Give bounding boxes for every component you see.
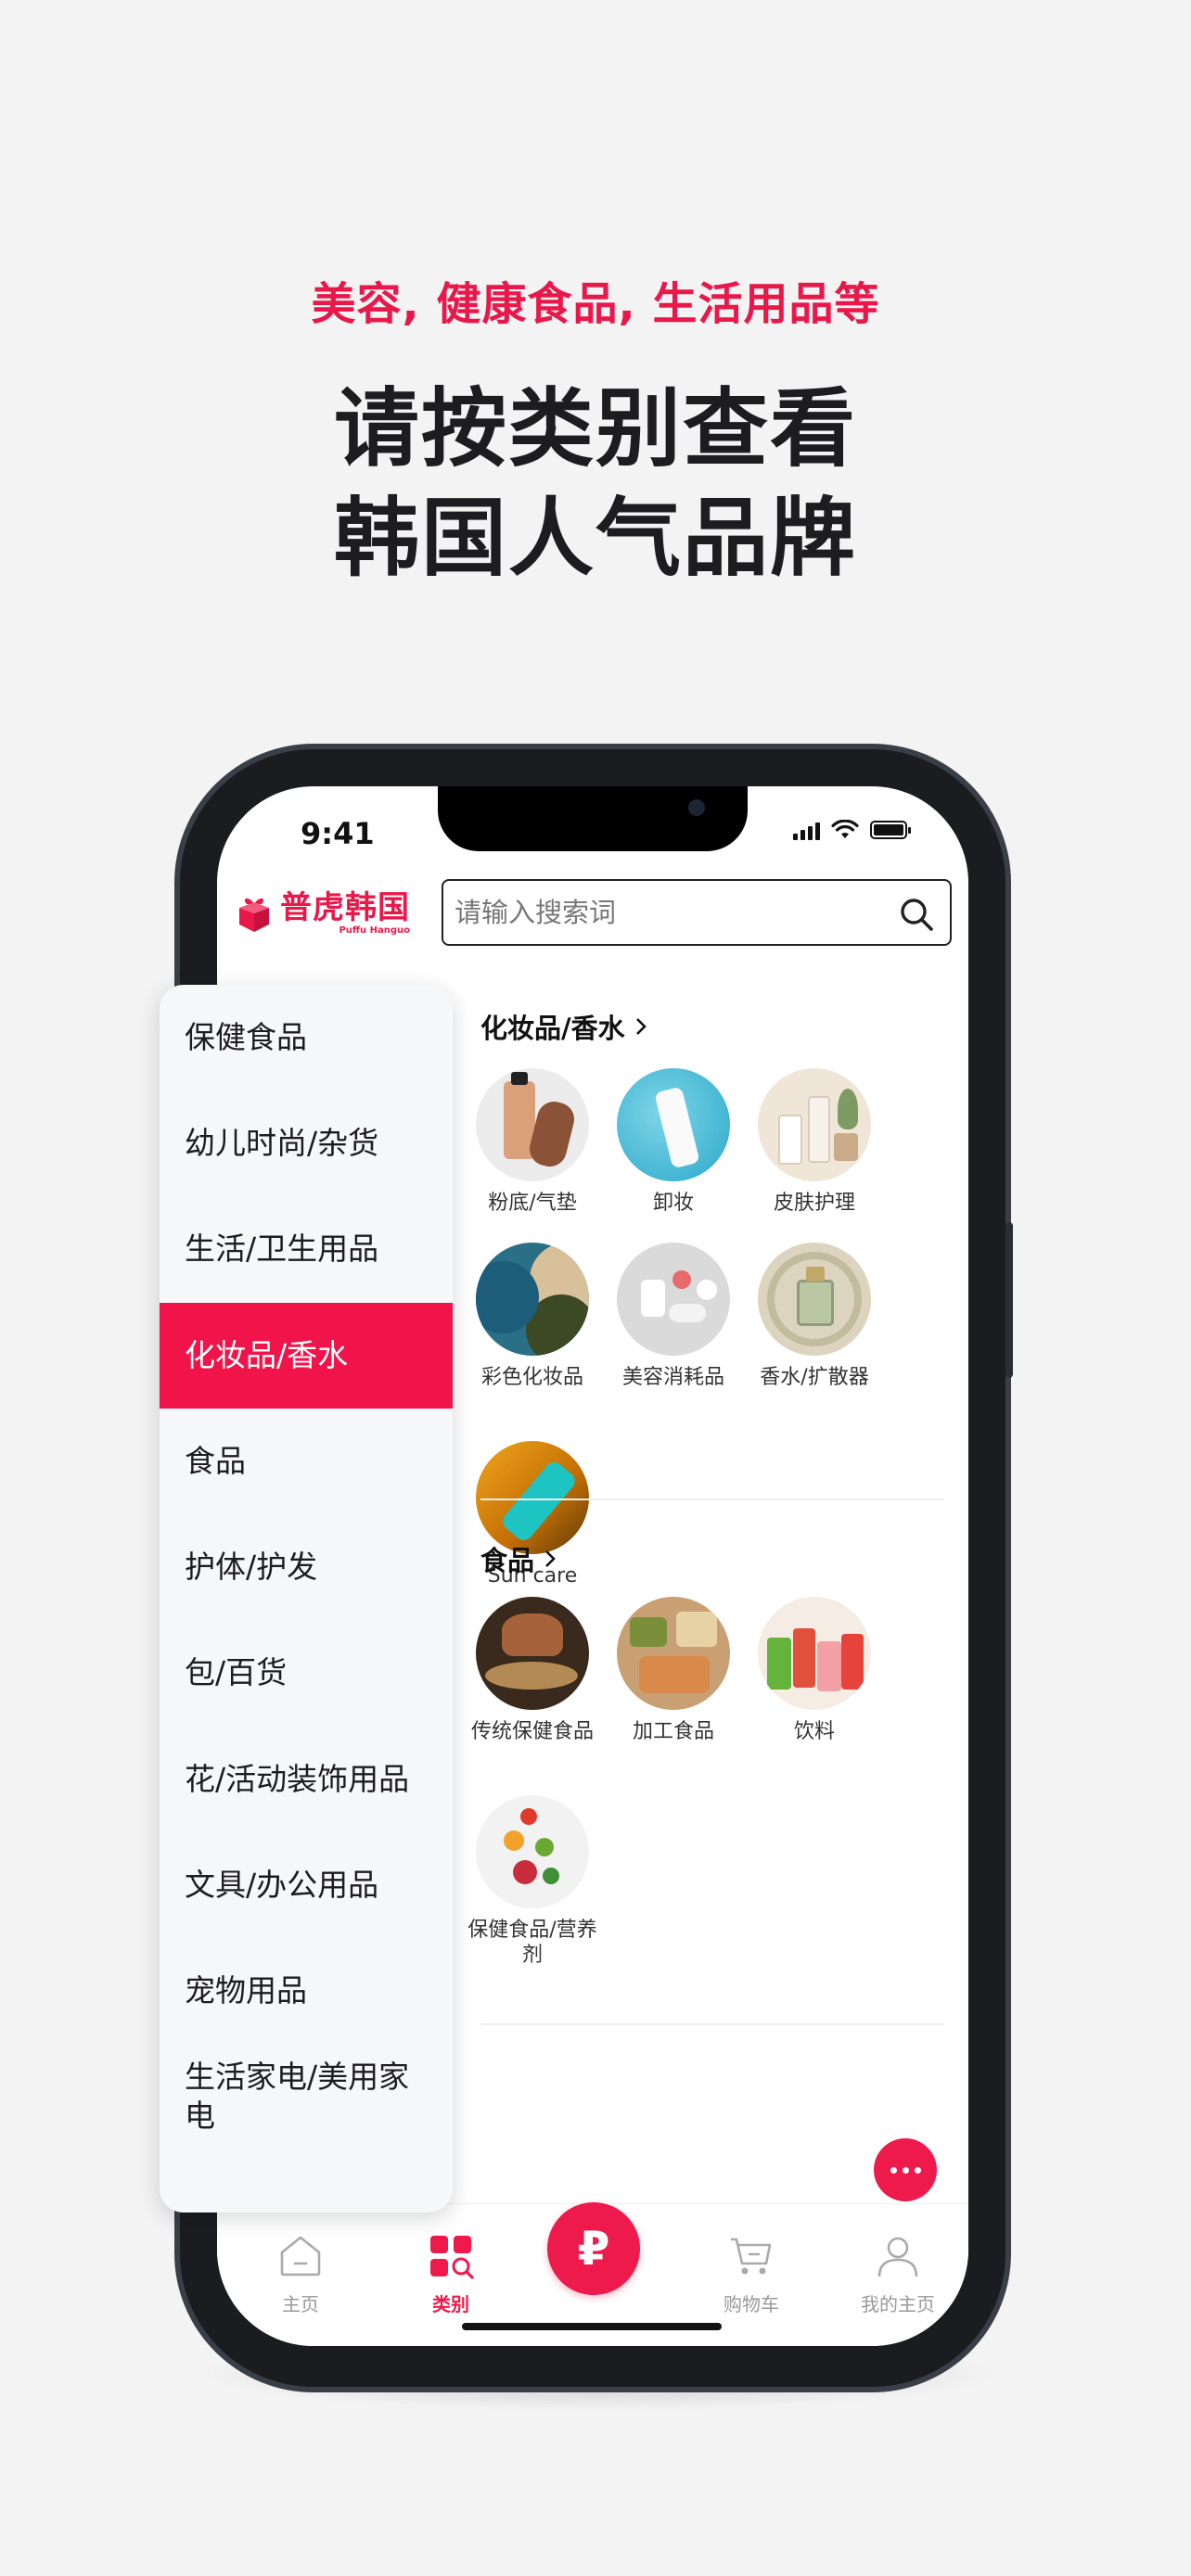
section-title-food[interactable]: 食品 (480, 1539, 944, 1578)
dot (902, 2166, 909, 2174)
logo[interactable]: 普虎韩国 Puffu Hanguo (236, 890, 410, 937)
wifi-icon (831, 820, 859, 838)
section-title-text: 食品 (480, 1545, 535, 1576)
points-label: ₽ (577, 2222, 610, 2276)
category-sidebar: 保健食品 幼儿时尚/杂货 生活/卫生用品 化妆品/香水 食品 护体/护发 包/百… (160, 985, 453, 2213)
sidebar-item-living-hygiene[interactable]: 生活/卫生用品 (160, 1196, 453, 1302)
sidebar-item-stationery[interactable]: 文具/办公用品 (160, 1832, 453, 1938)
tab-my-page[interactable]: 我的主页 (842, 2232, 954, 2316)
category-label: 卸妆 (652, 1192, 694, 1215)
category-grid-icon (430, 2236, 474, 2279)
section-divider (480, 2023, 944, 2025)
logo-subtext: Puffu Hanguo (339, 925, 410, 936)
foundation-image (476, 1068, 589, 1181)
tab-home[interactable]: 主页 (245, 2232, 356, 2316)
category-label: 香水/扩散器 (760, 1366, 869, 1389)
notch (438, 786, 748, 851)
category-tile-drinks[interactable]: 饮料 (749, 1597, 879, 1744)
sidebar-item-health-food[interactable]: 保健食品 (160, 985, 453, 1090)
cart-icon (731, 2238, 772, 2275)
category-tile-skincare[interactable]: 皮肤护理 (749, 1068, 879, 1216)
phone-side-button (1005, 1222, 1013, 1378)
category-label: 饮料 (793, 1720, 835, 1743)
status-time: 9:41 (301, 816, 375, 851)
category-tile-supplements[interactable]: 保健食品/营养剂 (467, 1795, 597, 1968)
chat-button[interactable] (874, 2138, 937, 2201)
category-label: 加工食品 (632, 1720, 714, 1743)
category-tile-cleanser[interactable]: 卸妆 (608, 1068, 738, 1216)
logo-text: 普虎韩国 (280, 889, 410, 926)
points-button[interactable]: ₽ (547, 2202, 640, 2295)
sidebar-item-appliances[interactable]: 生活家电/美用家电 (160, 2044, 453, 2149)
section-food: 食品 传统保健食品 加工食品 饮料 保健食品/营养剂 (467, 1539, 944, 1967)
tab-label: 购物车 (724, 2293, 779, 2315)
category-label: 皮肤护理 (773, 1192, 855, 1215)
category-label: 粉底/气垫 (488, 1192, 577, 1215)
battery-icon (870, 821, 911, 839)
category-tile-beauty-supplies[interactable]: 美容消耗品 (608, 1243, 738, 1390)
tab-label: 我的主页 (861, 2293, 935, 2315)
skincare-image (758, 1068, 871, 1181)
category-tile-color-cosmetics[interactable]: 彩色化妆品 (467, 1243, 597, 1390)
dot (914, 2166, 921, 2174)
chevron-right-icon (635, 1018, 647, 1035)
category-tile-foundation[interactable]: 粉底/气垫 (467, 1068, 597, 1216)
chevron-right-icon (545, 1550, 556, 1567)
sidebar-item-pet[interactable]: 宠物用品 (160, 1938, 453, 2044)
search-box[interactable] (442, 879, 952, 946)
home-indicator (462, 2323, 722, 2330)
category-label: 传统保健食品 (470, 1720, 594, 1743)
promo-subtitle: 美容, 健康食品, 生活用品等 (311, 278, 880, 330)
supplements-image (476, 1795, 589, 1908)
gift-box-logo-icon (239, 898, 269, 932)
sidebar-item-kids-fashion[interactable]: 幼儿时尚/杂货 (160, 1090, 453, 1196)
beauty-supplies-image (617, 1243, 730, 1356)
front-camera (688, 799, 705, 816)
app-header: 普虎韩国 Puffu Hanguo (217, 879, 968, 963)
dot (890, 2166, 897, 2174)
home-icon (280, 2236, 321, 2276)
promo-title-line1: 请按类别查看 (333, 379, 857, 478)
suncare-image (476, 1441, 589, 1554)
tab-label: 类别 (432, 2293, 469, 2315)
sidebar-item-food[interactable]: 食品 (160, 1409, 453, 1514)
traditional-food-image (476, 1597, 589, 1710)
promo-title-line2: 韩国人气品牌 (333, 489, 857, 588)
category-tile-traditional-food[interactable]: 传统保健食品 (467, 1597, 597, 1744)
category-label: 保健食品/营养剂 (467, 1919, 597, 1967)
search-icon[interactable] (898, 896, 935, 933)
eyeshadow-image (476, 1243, 589, 1356)
sidebar-item-cosmetics[interactable]: 化妆品/香水 (160, 1303, 453, 1409)
drinks-image (758, 1597, 871, 1710)
processed-food-image (617, 1597, 730, 1710)
cellular-signal-icon (793, 820, 820, 840)
category-tile-perfume[interactable]: 香水/扩散器 (749, 1243, 879, 1390)
category-label: 美容消耗品 (621, 1366, 724, 1389)
category-label: 彩色化妆品 (480, 1366, 583, 1389)
status-icons (793, 820, 911, 840)
search-input[interactable] (455, 890, 881, 935)
section-cosmetics: 化妆品/香水 粉底/气垫 卸妆 皮肤护理 彩色化妆品 美容消耗品 香水/扩散器 … (476, 1007, 944, 1588)
sidebar-item-bags[interactable]: 包/百货 (160, 1620, 453, 1726)
section-title-text: 化妆品/香水 (480, 1013, 625, 1044)
bottom-tab-bar: 主页 类别 ₽ 购物车 我的主页 (217, 2202, 968, 2346)
tab-cart[interactable]: 购物车 (696, 2232, 807, 2316)
tab-label: 主页 (282, 2293, 319, 2315)
perfume-image (758, 1243, 871, 1356)
sidebar-item-body-hair[interactable]: 护体/护发 (160, 1514, 453, 1620)
tab-category[interactable]: 类别 (395, 2232, 506, 2316)
section-title-cosmetics[interactable]: 化妆品/香水 (480, 1007, 944, 1046)
section-divider (480, 1498, 944, 1500)
sidebar-item-flowers[interactable]: 花/活动装饰用品 (160, 1727, 453, 1832)
user-icon (877, 2237, 918, 2277)
category-tile-processed-food[interactable]: 加工食品 (608, 1597, 738, 1744)
cleanser-image (617, 1068, 730, 1181)
